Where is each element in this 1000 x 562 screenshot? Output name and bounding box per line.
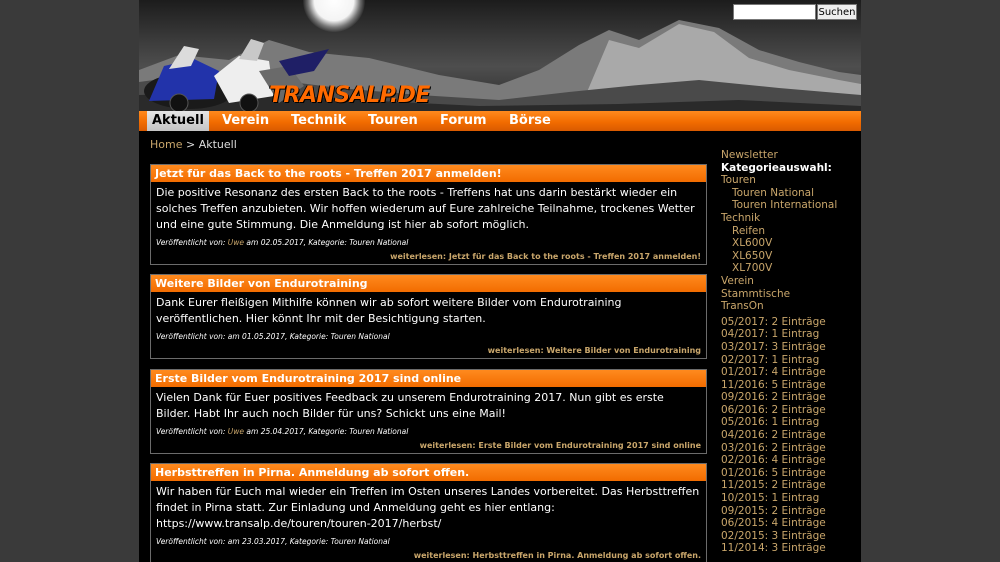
breadcrumb-current: Aktuell — [198, 138, 237, 151]
post-meta: Veröffentlicht von: am 23.03.2017, Kateg… — [151, 532, 706, 547]
post-meta-suffix: am 23.03.2017, Kategorie: Touren Nationa… — [227, 537, 390, 546]
post-body: Dank Eurer fleißigen Mithilfe können wir… — [156, 296, 622, 325]
sidebar-category-stammtische[interactable]: Stammtische — [721, 288, 861, 301]
sidebar-category-touren-national[interactable]: Touren National — [721, 187, 861, 200]
page-wrapper: TRANSALP.DE Suchen Aktuell Verein Techni… — [139, 0, 861, 562]
sidebar-category-reifen[interactable]: Reifen — [721, 225, 861, 238]
post-meta-prefix: Veröffentlicht von: — [156, 537, 226, 546]
nav-item-forum[interactable]: Forum — [437, 111, 490, 131]
sidebar: Newsletter Kategorieauswahl: Touren Tour… — [721, 149, 861, 555]
post-meta-suffix: am 01.05.2017, Kategorie: Touren Nationa… — [227, 332, 390, 341]
search-input[interactable] — [733, 4, 816, 20]
post-meta: Veröffentlicht von: Uwe am 25.04.2017, K… — [151, 422, 706, 437]
archive-item[interactable]: 11/2014: 3 Einträge — [721, 542, 861, 555]
nav-item-touren[interactable]: Touren — [365, 111, 421, 131]
archive-item[interactable]: 02/2017: 1 Eintrag — [721, 354, 861, 367]
archive-item[interactable]: 09/2015: 2 Einträge — [721, 505, 861, 518]
read-more-link[interactable]: weiterlesen: Jetzt für das Back to the r… — [151, 248, 706, 264]
post-title[interactable]: Herbsttreffen in Pirna. Anmeldung ab sof… — [151, 464, 706, 481]
search-button[interactable]: Suchen — [817, 4, 857, 20]
sidebar-category-verein[interactable]: Verein — [721, 275, 861, 288]
sidebar-newsletter-link[interactable]: Newsletter — [721, 149, 861, 162]
nav-item-technik[interactable]: Technik — [288, 111, 349, 131]
news-post: Weitere Bilder von Endurotraining Dank E… — [150, 274, 707, 359]
post-body: Vielen Dank für Euer positives Feedback … — [156, 391, 664, 420]
sidebar-category-touren-international[interactable]: Touren International — [721, 199, 861, 212]
news-post: Jetzt für das Back to the roots - Treffe… — [150, 164, 707, 265]
sidebar-category-touren[interactable]: Touren — [721, 174, 861, 187]
news-post: Erste Bilder vom Endurotraining 2017 sin… — [150, 369, 707, 454]
archive-list: 05/2017: 2 Einträge 04/2017: 1 Eintrag 0… — [721, 316, 861, 555]
post-author-link[interactable]: Uwe — [228, 238, 244, 247]
archive-item[interactable]: 02/2015: 3 Einträge — [721, 530, 861, 543]
sidebar-category-xl600v[interactable]: XL600V — [721, 237, 861, 250]
post-title[interactable]: Erste Bilder vom Endurotraining 2017 sin… — [151, 370, 706, 387]
archive-item[interactable]: 01/2016: 5 Einträge — [721, 467, 861, 480]
sidebar-category-transon[interactable]: TransOn — [721, 300, 861, 313]
archive-item[interactable]: 05/2016: 1 Eintrag — [721, 416, 861, 429]
archive-item[interactable]: 01/2017: 4 Einträge — [721, 366, 861, 379]
read-more-link[interactable]: weiterlesen: Herbsttreffen in Pirna. Anm… — [151, 547, 706, 562]
news-post: Herbsttreffen in Pirna. Anmeldung ab sof… — [150, 463, 707, 562]
post-meta-suffix: am 02.05.2017, Kategorie: Touren Nationa… — [246, 238, 409, 247]
breadcrumb-separator: > — [185, 138, 196, 151]
read-more-link[interactable]: weiterlesen: Erste Bilder vom Endurotrai… — [151, 437, 706, 453]
archive-item[interactable]: 06/2016: 2 Einträge — [721, 404, 861, 417]
sidebar-category-heading: Kategorieauswahl: — [721, 161, 832, 174]
post-body: Wir haben für Euch mal wieder ein Treffe… — [156, 485, 700, 530]
site-logo[interactable]: TRANSALP.DE — [269, 83, 430, 108]
post-body: Die positive Resonanz des ersten Back to… — [156, 186, 695, 231]
search-form: Suchen — [733, 4, 858, 20]
post-meta: Veröffentlicht von: Uwe am 02.05.2017, K… — [151, 233, 706, 248]
archive-item[interactable]: 02/2016: 4 Einträge — [721, 454, 861, 467]
archive-item[interactable]: 03/2016: 2 Einträge — [721, 442, 861, 455]
sidebar-category-technik[interactable]: Technik — [721, 212, 861, 225]
breadcrumb-home-link[interactable]: Home — [150, 138, 182, 151]
post-meta-prefix: Veröffentlicht von: — [156, 238, 226, 247]
sidebar-category-xl650v[interactable]: XL650V — [721, 250, 861, 263]
post-meta-prefix: Veröffentlicht von: — [156, 332, 226, 341]
header-banner: TRANSALP.DE Suchen — [139, 0, 861, 111]
post-title[interactable]: Jetzt für das Back to the roots - Treffe… — [151, 165, 706, 182]
sidebar-category-xl700v[interactable]: XL700V — [721, 262, 861, 275]
read-more-link[interactable]: weiterlesen: Weitere Bilder von Endurotr… — [151, 342, 706, 358]
main-nav: Aktuell Verein Technik Touren Forum Börs… — [139, 111, 861, 131]
post-meta: Veröffentlicht von: am 01.05.2017, Kateg… — [151, 327, 706, 342]
nav-item-verein[interactable]: Verein — [219, 111, 272, 131]
archive-item[interactable]: 06/2015: 4 Einträge — [721, 517, 861, 530]
archive-item[interactable]: 04/2017: 1 Eintrag — [721, 328, 861, 341]
archive-item[interactable]: 11/2015: 2 Einträge — [721, 479, 861, 492]
archive-item[interactable]: 04/2016: 2 Einträge — [721, 429, 861, 442]
archive-item[interactable]: 05/2017: 2 Einträge — [721, 316, 861, 329]
nav-item-boerse[interactable]: Börse — [506, 111, 554, 131]
post-author-link[interactable]: Uwe — [228, 427, 244, 436]
post-meta-prefix: Veröffentlicht von: — [156, 427, 226, 436]
archive-item[interactable]: 10/2015: 1 Eintrag — [721, 492, 861, 505]
post-title[interactable]: Weitere Bilder von Endurotraining — [151, 275, 706, 292]
archive-item[interactable]: 11/2016: 5 Einträge — [721, 379, 861, 392]
archive-item[interactable]: 09/2016: 2 Einträge — [721, 391, 861, 404]
archive-item[interactable]: 03/2017: 3 Einträge — [721, 341, 861, 354]
post-meta-suffix: am 25.04.2017, Kategorie: Touren Nationa… — [246, 427, 409, 436]
breadcrumb: Home > Aktuell — [150, 138, 237, 151]
nav-item-aktuell[interactable]: Aktuell — [147, 111, 209, 131]
